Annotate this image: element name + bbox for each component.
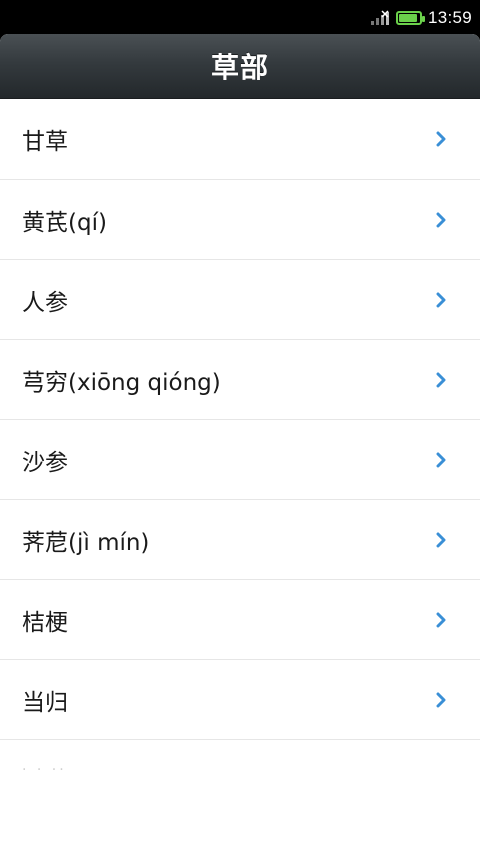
chevron-right-icon <box>436 292 446 308</box>
battery-icon <box>395 11 425 25</box>
list-item[interactable]: 桔梗 <box>0 580 480 660</box>
chevron-right-icon <box>436 131 446 147</box>
status-bar: 13:59 <box>0 0 480 36</box>
list-item[interactable]: 黄芪(qí) <box>0 180 480 260</box>
list-item[interactable]: 甘草 <box>0 99 480 180</box>
list-item[interactable]: 当归 <box>0 660 480 740</box>
list-item[interactable]: 芎穷(xiōng qióng) <box>0 340 480 420</box>
title-bar: 草部 <box>0 34 480 99</box>
app-window: 草部 甘草 黄芪(qí) 人参 芎穷(xiōng qióng) 沙参 荠苨(jì… <box>0 34 480 854</box>
chevron-right-icon <box>436 212 446 228</box>
list-item[interactable]: 人参 <box>0 260 480 340</box>
herb-list: 甘草 黄芪(qí) 人参 芎穷(xiōng qióng) 沙参 荠苨(jì mí… <box>0 99 480 740</box>
list-item-label: 沙参 <box>22 449 68 476</box>
status-icons: 13:59 <box>370 8 472 28</box>
phone-screen: 13:59 草部 甘草 黄芪(qí) 人参 芎穷(xiōng qióng) 沙参… <box>0 0 480 854</box>
list-item-label: 当归 <box>22 689 68 716</box>
list-item-label: 甘草 <box>22 129 68 155</box>
list-item-label: 荠苨(jì mín) <box>22 529 150 556</box>
list-item-label: 人参 <box>22 289 68 316</box>
list-item-label: 芎穷(xiōng qióng) <box>22 369 221 396</box>
list-item[interactable]: 沙参 <box>0 420 480 500</box>
chevron-right-icon <box>436 692 446 708</box>
chevron-right-icon <box>436 452 446 468</box>
list-item[interactable]: 荠苨(jì mín) <box>0 500 480 580</box>
signal-icon <box>370 10 390 26</box>
partial-list-item[interactable]: · · ·· <box>0 740 480 800</box>
status-time: 13:59 <box>427 8 472 27</box>
list-item-label: 桔梗 <box>22 609 68 636</box>
page-title: 草部 <box>210 51 269 84</box>
chevron-right-icon <box>436 372 446 388</box>
battery-level-fill <box>398 14 417 22</box>
list-item-label: 黄芪(qí) <box>22 209 107 236</box>
chevron-right-icon <box>436 532 446 548</box>
partial-list-item-label: · · ·· <box>22 762 67 778</box>
chevron-right-icon <box>436 612 446 628</box>
